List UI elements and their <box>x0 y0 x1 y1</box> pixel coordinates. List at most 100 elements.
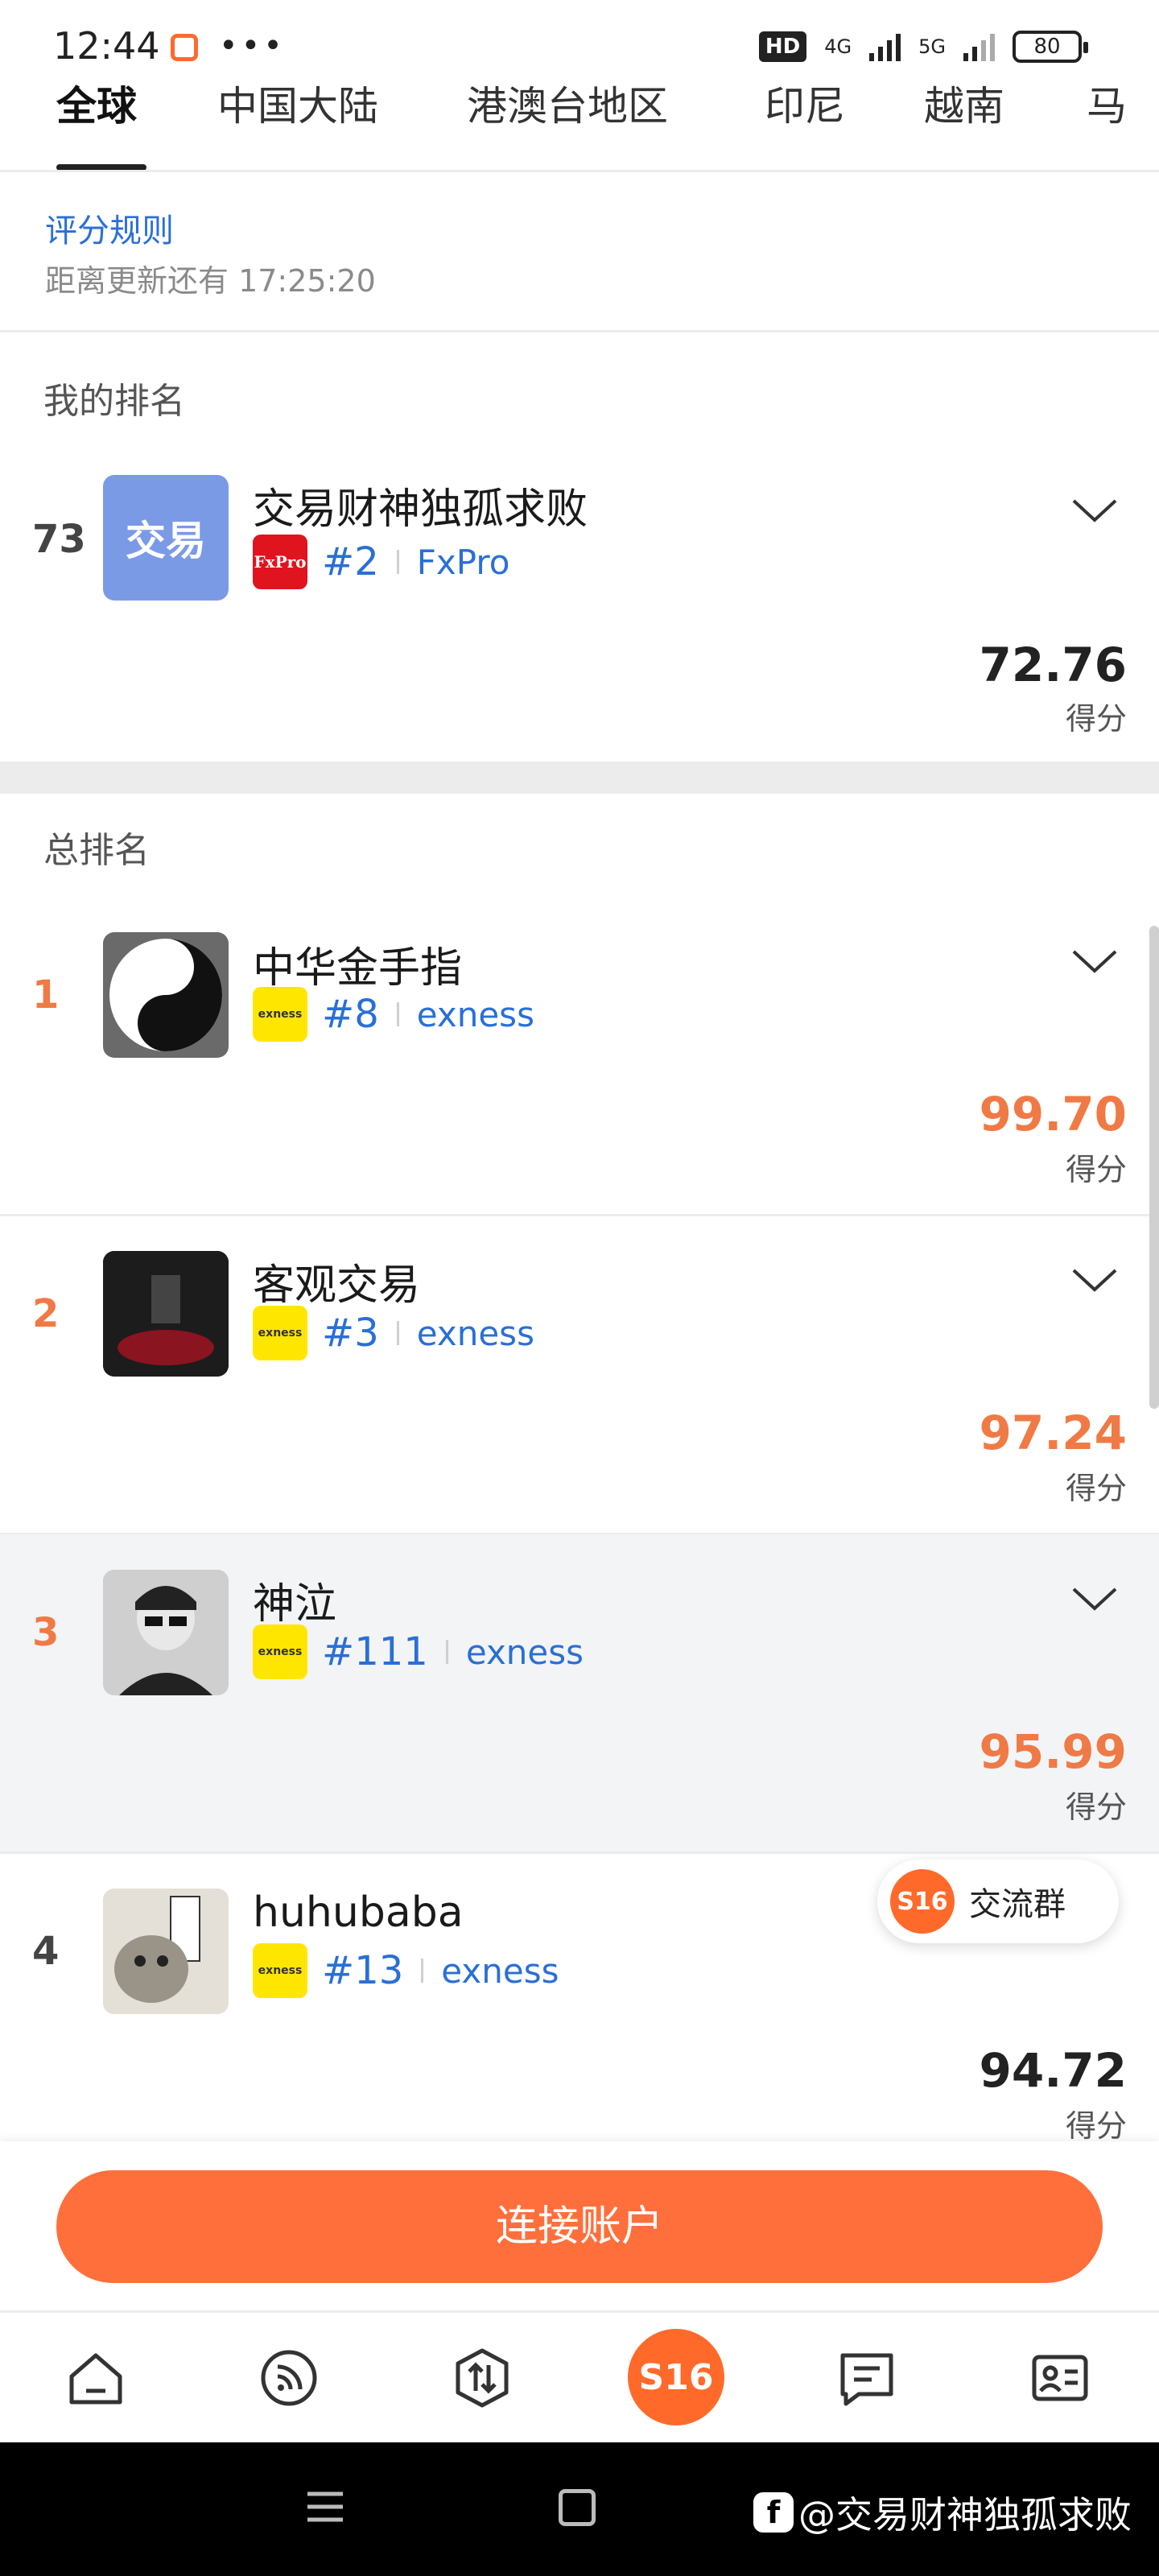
chevron-down-icon[interactable] <box>1070 945 1119 977</box>
active-tab-indicator <box>56 164 146 170</box>
broker-info: exness #13 exness <box>253 1943 559 1998</box>
community-group-label: 交流群 <box>969 1886 1066 1923</box>
broker-info: FxPro #2 FxPro <box>253 535 509 589</box>
broker-rank: #8 <box>322 992 379 1037</box>
nav-home[interactable] <box>60 2342 132 2414</box>
user-name: 交易财神独孤求败 <box>253 485 588 534</box>
score-label: 得分 <box>1065 701 1127 737</box>
connect-account-button[interactable]: 连接账户 <box>56 2170 1103 2283</box>
update-countdown: 距离更新还有 17:25:20 <box>45 263 376 299</box>
fxpro-logo-icon: FxPro <box>253 535 307 589</box>
tab-indonesia[interactable]: 印尼 <box>765 77 845 135</box>
community-group-button[interactable]: S16 交流群 <box>877 1860 1119 1943</box>
my-rank-row[interactable]: 73 交易 交易财神独孤求败 FxPro #2 FxPro 72.76 得分 <box>0 475 1159 741</box>
broker-info: exness #3 exness <box>253 1306 534 1360</box>
table-row[interactable]: 1 中华金手指 exness #8 exness 99.70 得分 <box>0 894 1159 1216</box>
connect-account-panel: 连接账户 <box>0 2141 1159 2310</box>
broker-name[interactable]: exness <box>417 1314 534 1353</box>
chevron-down-icon[interactable] <box>1070 1583 1119 1615</box>
broker-info: exness #8 exness <box>253 987 534 1042</box>
status-time: 12:44 <box>53 24 160 68</box>
avatar-text: 交易 <box>126 518 206 564</box>
user-name: huhubaba <box>253 1889 464 1937</box>
nav-profile[interactable] <box>1024 2342 1096 2414</box>
score-value: 99.70 <box>979 1087 1127 1141</box>
separator <box>396 1002 399 1026</box>
separator <box>396 1321 399 1345</box>
score-label: 得分 <box>1065 1152 1127 1187</box>
separator <box>445 1640 448 1664</box>
exness-logo-icon: exness <box>253 1943 307 1998</box>
exness-logo-icon: exness <box>253 987 307 1042</box>
nav-messages[interactable] <box>831 2342 903 2414</box>
trade-arrows-icon <box>456 2348 509 2408</box>
menu-icon[interactable] <box>304 2486 346 2528</box>
chevron-down-icon[interactable] <box>1070 1264 1119 1296</box>
watermark-logo-icon: f <box>753 2492 794 2533</box>
rank-number: 4 <box>32 1929 60 1974</box>
user-name: 中华金手指 <box>253 944 463 993</box>
scrollbar[interactable] <box>1149 926 1159 1409</box>
battery-icon: 80 <box>1013 31 1088 63</box>
avatar <box>103 1889 229 2014</box>
avatar <box>103 1570 229 1695</box>
table-row[interactable]: 3 神泣 exness #111 exness 95.99 得分 <box>0 1534 1159 1853</box>
hd-voice-icon: HD <box>758 31 807 62</box>
tab-vietnam[interactable]: 越南 <box>924 77 1004 135</box>
broker-name[interactable]: FxPro <box>417 543 510 582</box>
chevron-down-icon[interactable] <box>1070 494 1119 526</box>
watermark-text: @交易财神独孤求败 <box>798 2493 1132 2537</box>
avatar: 交易 <box>103 475 229 601</box>
network-5g-label: 5G <box>918 35 946 58</box>
separator <box>421 1959 424 1983</box>
broker-name[interactable]: exness <box>466 1633 584 1672</box>
region-tabs: 全球 中国大陆 港澳台地区 印尼 越南 马 <box>0 77 1159 172</box>
divider <box>0 330 1159 332</box>
score-value: 94.72 <box>979 2043 1127 2098</box>
network-4g-label: 4G <box>824 35 852 58</box>
my-rank-label: 我的排名 <box>43 381 185 422</box>
broker-name[interactable]: exness <box>441 1951 559 1991</box>
exness-logo-icon: exness <box>253 1306 307 1360</box>
profile-card-icon <box>1032 2355 1088 2401</box>
broker-name[interactable]: exness <box>417 995 534 1034</box>
signal-4g-icon <box>869 32 901 61</box>
rank-number: 73 <box>32 517 86 562</box>
score-label: 得分 <box>1065 2108 1127 2144</box>
broker-rank: #13 <box>322 1948 404 1993</box>
notification-app-icon <box>171 34 198 61</box>
broker-info: exness #111 exness <box>253 1624 584 1679</box>
broadcast-icon <box>261 2350 317 2406</box>
home-button-icon[interactable] <box>559 2489 596 2526</box>
tab-global[interactable]: 全球 <box>56 77 137 135</box>
rating-rules-link[interactable]: 评分规则 <box>45 204 174 251</box>
home-icon <box>69 2353 122 2405</box>
section-divider <box>0 762 1159 794</box>
separator <box>396 550 399 574</box>
avatar <box>103 932 229 1058</box>
status-indicators: HD 4G 5G 80 <box>758 31 1088 63</box>
avatar <box>103 1251 229 1377</box>
signal-5g-icon <box>963 32 995 61</box>
table-row[interactable]: 2 客观交易 exness #3 exness 97.24 得分 <box>0 1216 1159 1534</box>
more-notifications-icon: ••• <box>219 27 286 64</box>
broker-rank: #111 <box>322 1629 428 1674</box>
s16-logo-icon: S16 <box>890 1869 955 1934</box>
rank-number: 3 <box>32 1610 60 1655</box>
watermark: f @交易财神独孤求败 <box>753 2486 1132 2539</box>
score-value: 72.76 <box>979 638 1127 692</box>
tab-malaysia[interactable]: 马 <box>1087 77 1127 135</box>
broker-rank: #3 <box>322 1311 379 1356</box>
tab-hk-macau-taiwan[interactable]: 港澳台地区 <box>467 77 668 135</box>
nav-feed[interactable] <box>253 2342 325 2414</box>
broker-rank: #2 <box>322 539 379 584</box>
message-icon <box>840 2353 893 2406</box>
score-label: 得分 <box>1065 1790 1127 1825</box>
tab-mainland-china[interactable]: 中国大陆 <box>217 77 378 135</box>
nav-s16[interactable]: S16 <box>628 2329 724 2425</box>
rank-number: 2 <box>32 1291 60 1336</box>
bottom-nav: S16 <box>0 2310 1159 2442</box>
nav-trade[interactable] <box>446 2342 518 2414</box>
user-name: 客观交易 <box>253 1261 421 1310</box>
exness-logo-icon: exness <box>253 1624 307 1679</box>
